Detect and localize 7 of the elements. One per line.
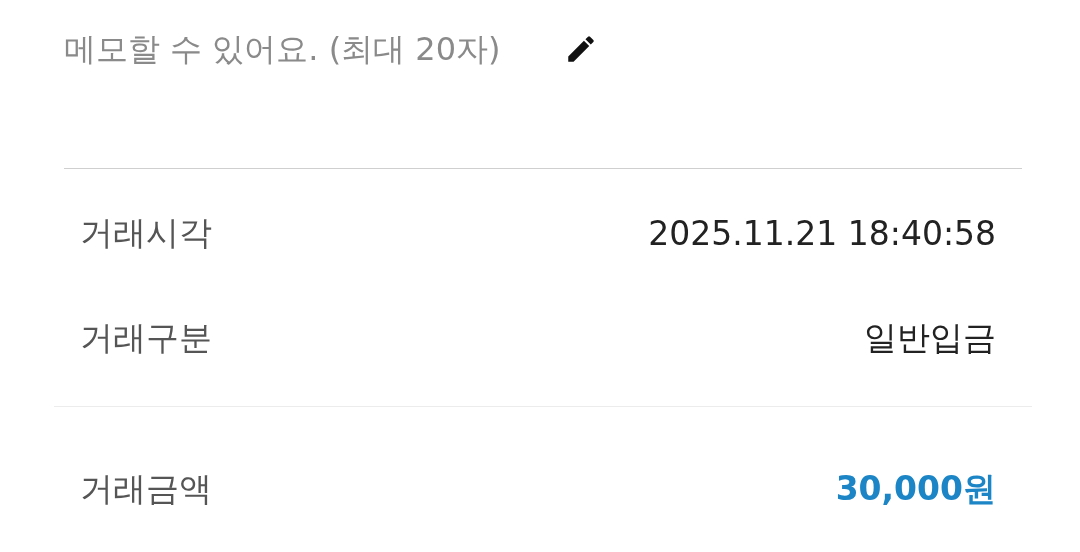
field-value: 2025.11.21 18:40:58	[648, 213, 996, 253]
field-value: 30,000원	[835, 467, 996, 510]
field-label: 거래시각	[80, 211, 212, 254]
field-value: 일반입금	[864, 316, 996, 359]
field-label: 거래구분	[80, 316, 212, 359]
field-label: 거래금액	[80, 467, 212, 510]
memo-field[interactable]: 메모할 수 있어요. (최대 20자)	[64, 30, 564, 68]
